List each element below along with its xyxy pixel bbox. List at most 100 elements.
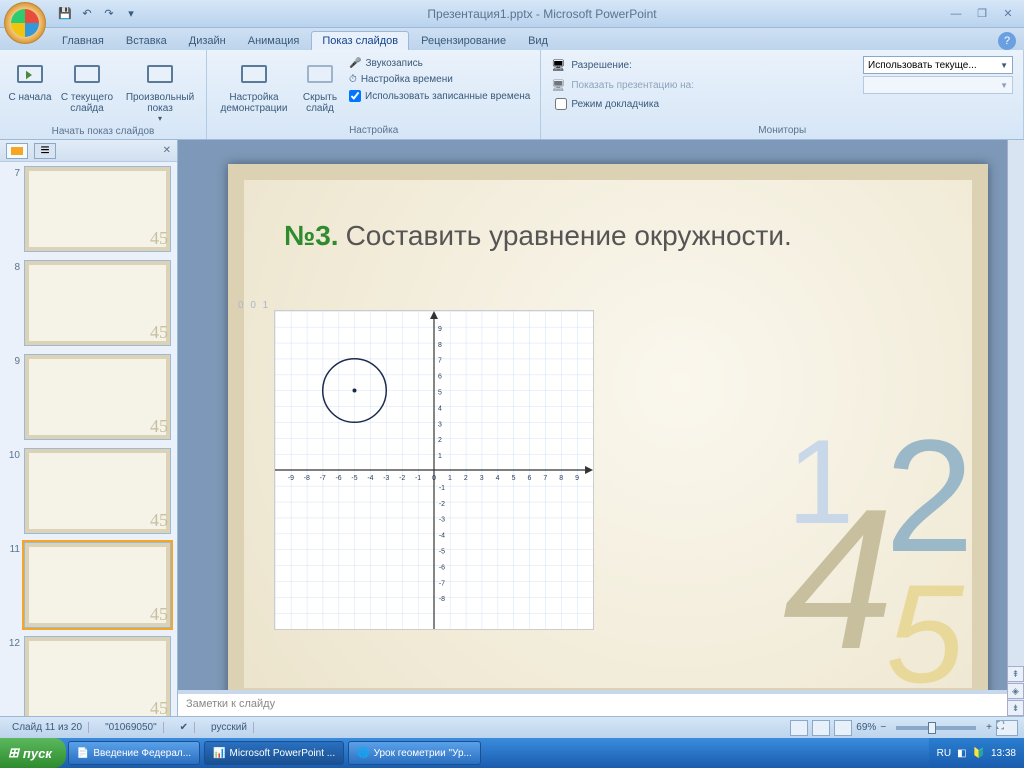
svg-text:6: 6 (527, 475, 531, 482)
windows-taskbar: ⊞пуск 📄Введение Федерал... 📊Microsoft Po… (0, 738, 1024, 768)
zoom-out-button[interactable]: − (880, 722, 886, 733)
thumbnail-list[interactable]: 745 845 945 1045 1145 1245 (0, 162, 177, 716)
zoom-in-button[interactable]: + (986, 722, 992, 733)
vertical-scrollbar[interactable]: ⇞ ◈ ⇟ (1007, 140, 1024, 716)
slide-canvas[interactable]: 0 0 1 №3. Составить уравнение окружности… (228, 164, 988, 704)
svg-text:-9: -9 (288, 475, 294, 482)
tab-review[interactable]: Рецензирование (411, 32, 516, 50)
sorter-view-button[interactable] (812, 720, 830, 736)
zoom-slider[interactable] (896, 726, 976, 730)
thumbnail-11[interactable]: 45 (24, 542, 171, 628)
word-icon: 📄 (77, 748, 89, 759)
svg-text:-8: -8 (439, 596, 445, 603)
svg-text:-6: -6 (439, 564, 445, 571)
zoom-level[interactable]: 69% (856, 722, 876, 733)
status-bar: Слайд 11 из 20 "01069050" ✔ русский 69% … (0, 716, 1024, 738)
office-button[interactable] (4, 2, 46, 44)
help-icon[interactable]: ? (998, 32, 1016, 50)
restore-button[interactable]: ❐ (970, 5, 994, 23)
next-slide-button[interactable]: ⇟ (1007, 700, 1024, 716)
tab-design[interactable]: Дизайн (179, 32, 236, 50)
pane-close-icon[interactable]: ✕ (163, 145, 171, 156)
setup-show-button[interactable]: Настройка демонстрации (213, 56, 295, 116)
custom-show-button[interactable]: Произвольный показ▾ (120, 56, 200, 125)
svg-text:6: 6 (438, 374, 442, 381)
windows-logo-icon: ⊞ (8, 745, 19, 761)
coordinate-grid: -9-8-7-6-5-4-3-2-1 0 123456789 123456789… (274, 310, 594, 630)
slideshow-view-button[interactable] (834, 720, 852, 736)
language-indicator[interactable]: русский (205, 722, 254, 733)
ribbon: С начала С текущего слайда Произвольный … (0, 50, 1024, 140)
quick-access-toolbar: 💾 ↶ ↷ ▾ (56, 5, 140, 23)
close-button[interactable]: ✕ (996, 5, 1020, 23)
from-current-button[interactable]: С текущего слайда (56, 56, 118, 116)
slide-position[interactable]: Слайд 11 из 20 (6, 722, 89, 733)
thumbnail-10[interactable]: 45 (24, 448, 171, 534)
tab-home[interactable]: Главная (52, 32, 114, 50)
record-narration-button[interactable]: 🎤Звукозапись (345, 56, 534, 71)
custom-show-label: Произвольный показ (122, 92, 198, 114)
undo-icon[interactable]: ↶ (78, 5, 96, 23)
lang-indicator[interactable]: RU (937, 748, 951, 759)
thumbnail-8[interactable]: 45 (24, 260, 171, 346)
svg-text:9: 9 (438, 326, 442, 333)
outline-tab[interactable]: ≡ (34, 143, 56, 159)
svg-text:-3: -3 (383, 475, 389, 482)
tab-animation[interactable]: Анимация (238, 32, 310, 50)
svg-text:1: 1 (438, 453, 442, 460)
svg-text:9: 9 (575, 475, 579, 482)
slides-tab[interactable] (6, 143, 28, 159)
window-title: Презентация1.pptx - Microsoft PowerPoint (140, 7, 944, 21)
ribbon-tabs: Главная Вставка Дизайн Анимация Показ сл… (0, 28, 1024, 50)
hide-slide-label: Скрыть слайд (299, 92, 341, 114)
taskbar-item-1[interactable]: 📄Введение Федерал... (68, 741, 200, 765)
hide-slide-button[interactable]: Скрыть слайд (297, 56, 343, 116)
slide-nav-button[interactable]: ◈ (1007, 683, 1024, 699)
setup-group-label: Настройка (213, 124, 534, 137)
presenter-view-checkbox[interactable]: Режим докладчика (551, 96, 1013, 112)
thumbnail-7[interactable]: 45 (24, 166, 171, 252)
taskbar-item-2[interactable]: 📊Microsoft PowerPoint ... (204, 741, 344, 765)
microphone-icon: 🎤 (349, 58, 361, 69)
tray-icon[interactable]: 🔰 (973, 748, 985, 759)
tab-view[interactable]: Вид (518, 32, 558, 50)
svg-text:-8: -8 (304, 475, 310, 482)
svg-text:-6: -6 (336, 475, 342, 482)
chevron-down-icon: ▼ (1000, 61, 1008, 70)
monitor-icon: 🖥 (551, 59, 565, 72)
tray-icon[interactable]: ◧ (957, 748, 966, 759)
svg-text:3: 3 (438, 421, 442, 428)
fit-to-window-button[interactable]: ⛶ (996, 720, 1018, 736)
taskbar-item-3[interactable]: 🌐Урок геометрии "Ур... (348, 741, 481, 765)
spellcheck-icon[interactable]: ✔ (174, 722, 195, 733)
thumbnail-9[interactable]: 45 (24, 354, 171, 440)
minimize-button[interactable]: — (944, 5, 968, 23)
system-tray[interactable]: RU ◧ 🔰 13:38 (929, 738, 1024, 768)
qat-customize-icon[interactable]: ▾ (122, 5, 140, 23)
browser-icon: 🌐 (357, 748, 369, 759)
slide-title[interactable]: №3. Составить уравнение окружности. (284, 220, 792, 253)
svg-text:-1: -1 (415, 475, 421, 482)
resolution-combo[interactable]: Использовать текуще...▼ (863, 56, 1013, 74)
clock[interactable]: 13:38 (991, 748, 1016, 759)
rehearse-timings-button[interactable]: ⏱Настройка времени (345, 72, 534, 87)
slide-editor[interactable]: 0 0 1 №3. Составить уравнение окружности… (178, 140, 1024, 716)
save-icon[interactable]: 💾 (56, 5, 74, 23)
redo-icon[interactable]: ↷ (100, 5, 118, 23)
use-timings-checkbox[interactable]: Использовать записанные времена (345, 88, 534, 104)
svg-text:2: 2 (438, 437, 442, 444)
svg-text:1: 1 (448, 475, 452, 482)
thumbnail-12[interactable]: 45 (24, 636, 171, 716)
svg-text:8: 8 (438, 342, 442, 349)
notes-pane[interactable]: Заметки к слайду (178, 690, 1007, 716)
normal-view-button[interactable] (790, 720, 808, 736)
tab-insert[interactable]: Вставка (116, 32, 177, 50)
svg-text:-2: -2 (439, 501, 445, 508)
tab-slideshow[interactable]: Показ слайдов (311, 31, 409, 50)
start-button[interactable]: ⊞пуск (0, 738, 66, 768)
theme-name[interactable]: "01069050" (99, 722, 164, 733)
prev-slide-button[interactable]: ⇞ (1007, 666, 1024, 682)
svg-text:2: 2 (464, 475, 468, 482)
from-beginning-button[interactable]: С начала (6, 56, 54, 105)
svg-text:-7: -7 (439, 580, 445, 587)
